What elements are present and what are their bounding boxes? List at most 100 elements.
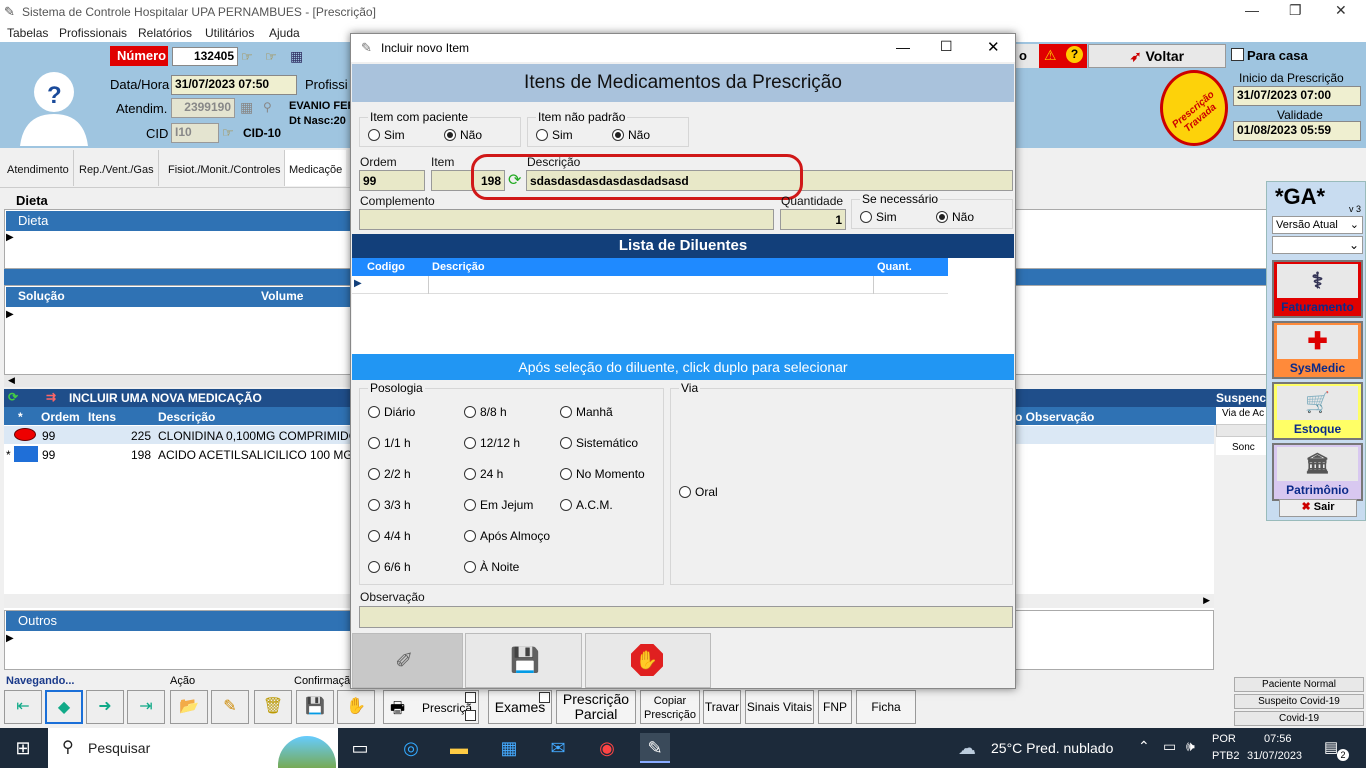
posologia-option-radio[interactable]: Diário — [368, 405, 415, 419]
versao-select[interactable]: Versão Atual ⌄ — [1272, 216, 1363, 234]
numero-field[interactable]: 132405 — [172, 47, 238, 66]
menu-ajuda[interactable]: Ajuda — [269, 26, 300, 40]
windows-start-icon[interactable]: ⊞ — [8, 733, 38, 763]
tray-chevron-icon[interactable]: ⌃ — [1138, 738, 1150, 755]
posologia-option-radio[interactable]: 6/6 h — [368, 560, 411, 574]
close-icon[interactable]: ✕ — [1335, 2, 1347, 19]
file-explorer-icon[interactable]: ▬ — [444, 733, 474, 763]
via-oral-radio[interactable]: Oral — [679, 485, 718, 499]
save-button[interactable]: 💾 — [465, 633, 582, 688]
clock-time[interactable]: 07:56 — [1264, 733, 1292, 745]
minimize-icon[interactable]: — — [896, 39, 910, 55]
menu-utilitarios[interactable]: Utilitários — [205, 26, 254, 40]
patrimonio-button[interactable]: 🏛 Patrimônio — [1272, 443, 1363, 501]
posologia-option-radio[interactable]: Após Almoço — [464, 529, 550, 543]
travar-button[interactable]: Travar — [703, 690, 741, 724]
second-select[interactable]: ⌄ — [1272, 236, 1363, 254]
tab-fisiot[interactable]: Fisiot./Monit./Controles — [164, 150, 286, 186]
sysmedic-button[interactable]: ✚ SysMedic — [1272, 321, 1363, 379]
add-medication-icon[interactable]: ⇉ — [46, 390, 56, 404]
close-icon[interactable]: ✕ — [987, 38, 1000, 56]
posologia-option-radio[interactable]: A.C.M. — [560, 498, 613, 512]
observacao-field[interactable] — [359, 606, 1013, 628]
posologia-option-radio[interactable]: No Momento — [560, 467, 645, 481]
chrome-icon[interactable]: ◉ — [592, 733, 622, 763]
posologia-option-radio[interactable]: Sistemático — [560, 436, 638, 450]
edit-pencil-icon[interactable]: ✎ — [211, 690, 249, 724]
copiar-prescricao-button[interactable]: Copiar Prescrição — [640, 690, 700, 724]
suspeito-covid-button[interactable]: Suspeito Covid-19 — [1234, 694, 1364, 709]
posologia-option-radio[interactable]: Em Jejum — [464, 498, 533, 512]
maximize-icon[interactable]: ☐ — [940, 38, 953, 55]
task-view-icon[interactable]: ▭ — [345, 733, 375, 763]
tab-atendimento[interactable]: Atendimento — [3, 150, 74, 186]
complemento-field[interactable] — [359, 209, 774, 230]
posologia-option-radio[interactable]: 24 h — [464, 467, 503, 481]
first-record-icon[interactable]: ⇤ — [4, 690, 42, 724]
diluentes-empty-row[interactable]: ▶ — [352, 276, 948, 294]
volume-icon[interactable]: 🕪 — [1186, 738, 1195, 755]
save-disk-icon[interactable]: 💾 — [296, 690, 334, 724]
help-icon[interactable]: ? — [1066, 46, 1083, 63]
minimize-icon[interactable]: — — [1245, 2, 1259, 18]
item-paciente-sim-radio[interactable]: Sim — [368, 128, 405, 142]
item-nao-padrao-nao-radio[interactable]: Não — [612, 128, 650, 142]
paciente-normal-button[interactable]: Paciente Normal — [1234, 677, 1364, 692]
datahora-field[interactable]: 31/07/2023 07:50 — [171, 75, 297, 95]
store-icon[interactable]: ▦ — [494, 733, 524, 763]
item-paciente-nao-radio[interactable]: Não — [444, 128, 482, 142]
taskbar-search[interactable]: ⚲ Pesquisar — [48, 728, 338, 768]
grid-icon[interactable]: ▦ — [240, 99, 253, 116]
sair-button[interactable]: ✖ Sair — [1279, 499, 1357, 517]
alarm-icon[interactable]: ⚠ — [1044, 47, 1057, 64]
menu-tabelas[interactable]: Tabelas — [7, 26, 48, 40]
scroll-right-icon[interactable]: ▶ — [1203, 595, 1210, 606]
posologia-option-radio[interactable]: 8/8 h — [464, 405, 507, 419]
hand-pointer-icon[interactable]: ☞ — [241, 49, 253, 65]
fnp-button[interactable]: FNP — [818, 690, 852, 724]
hospital-app-icon[interactable]: ✎ — [640, 733, 670, 763]
last-record-icon[interactable]: ⇥ — [127, 690, 165, 724]
folder-icon[interactable]: 📂 — [170, 690, 208, 724]
posologia-option-radio[interactable]: 12/12 h — [464, 436, 520, 450]
posologia-option-radio[interactable]: 3/3 h — [368, 498, 411, 512]
posologia-option-radio[interactable]: À Noite — [464, 560, 519, 574]
language-secondary[interactable]: PTB2 — [1212, 750, 1240, 762]
voltar-button[interactable]: ➶ Voltar — [1088, 44, 1226, 68]
incluir-label[interactable]: INCLUIR UMA NOVA MEDICAÇÃO — [69, 391, 262, 405]
menu-profissionais[interactable]: Profissionais — [59, 26, 127, 40]
scroll-left-icon[interactable]: ◀ — [4, 375, 350, 387]
calendar-icon[interactable]: ▦ — [290, 48, 303, 65]
language-primary[interactable]: POR — [1212, 733, 1236, 745]
edge-icon[interactable]: ◎ — [396, 733, 426, 763]
hand-pointer-icon[interactable]: ☞ — [222, 125, 234, 141]
mail-icon[interactable]: ✉ — [543, 733, 573, 763]
sinais-vitais-button[interactable]: Sinais Vitais — [745, 690, 814, 724]
posologia-option-radio[interactable]: Manhã — [560, 405, 613, 419]
inicio-field[interactable]: 31/07/2023 07:00 — [1233, 86, 1361, 106]
weather-text[interactable]: 25°C Pred. nublado — [991, 740, 1113, 756]
trash-icon[interactable]: 🗑 — [254, 690, 292, 724]
se-necessario-nao-radio[interactable]: Não — [936, 210, 974, 224]
clear-button[interactable]: ✐ — [352, 633, 463, 688]
posologia-option-radio[interactable]: 4/4 h — [368, 529, 411, 543]
tab-medicacoes[interactable]: Medicaçõe — [285, 150, 347, 186]
previous-record-icon[interactable]: ◆ — [45, 690, 83, 724]
quantidade-field[interactable]: 1 — [780, 209, 846, 230]
suspenso-field[interactable] — [1216, 424, 1268, 437]
faturamento-button[interactable]: ⚕ Faturamento — [1272, 260, 1363, 318]
posologia-option-radio[interactable]: 1/1 h — [368, 436, 411, 450]
refresh-icon[interactable]: ⟳ — [8, 390, 18, 404]
hand-pointer-icon[interactable]: ☞ — [265, 49, 277, 65]
atendimento-field[interactable]: 2399190 — [171, 98, 235, 118]
estoque-button[interactable]: 🛒 Estoque — [1272, 382, 1363, 440]
exames-button[interactable]: Exames — [488, 690, 552, 724]
exames-checkbox[interactable] — [539, 692, 550, 703]
binoculars-icon[interactable]: ⚲ — [263, 100, 272, 114]
tab-rep-vent-gas[interactable]: Rep./Vent./Gas — [75, 150, 159, 186]
prescricao-button[interactable]: 🖶 Prescriçã — [383, 690, 479, 724]
prescricao-checkbox-2[interactable] — [465, 710, 476, 721]
covid-button[interactable]: Covid-19 — [1234, 711, 1364, 726]
posologia-option-radio[interactable]: 2/2 h — [368, 467, 411, 481]
cancel-button[interactable]: ✋ — [585, 633, 711, 688]
